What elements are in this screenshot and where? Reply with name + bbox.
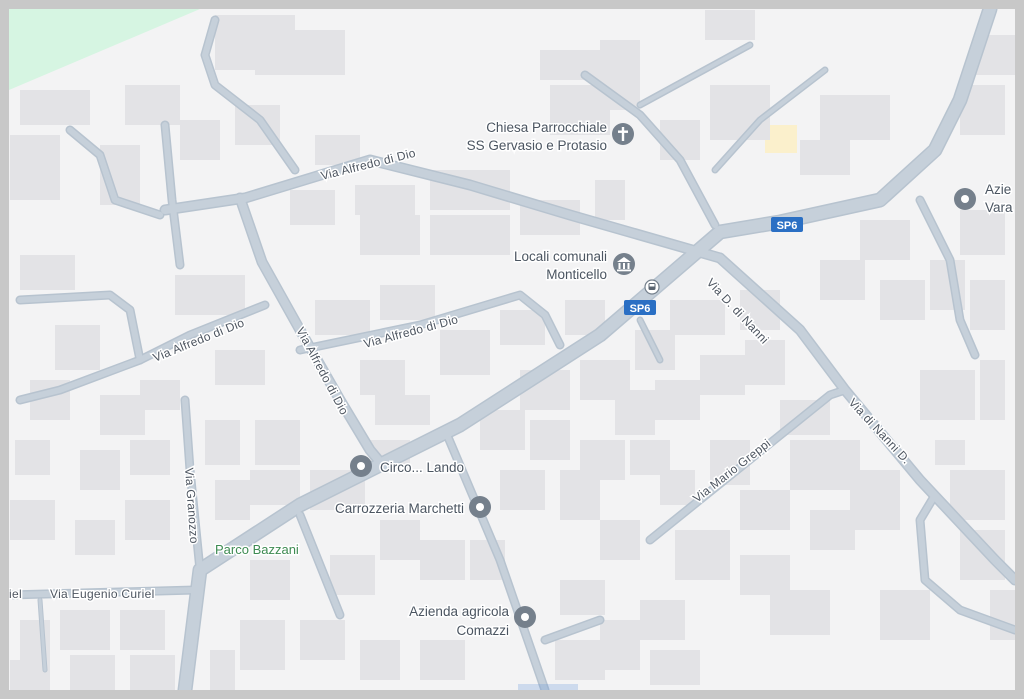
map-pin-icon	[350, 455, 372, 477]
poi-label-carrozzeria: Carrozzeria Marchetti	[335, 501, 464, 516]
poi-label-locali-2: Monticello	[546, 267, 607, 282]
poi-label-chiesa-1: Chiesa Parrocchiale	[486, 120, 607, 135]
map-canvas[interactable]: Via Alfredo di Dio Via Alfredo di Dio Vi…	[9, 9, 1015, 690]
poi-label-azie-1: Azie	[985, 182, 1011, 197]
park-area	[9, 9, 200, 90]
poi-label-azie-2: Vara	[985, 200, 1013, 215]
route-shield-sp6-upper: SP6	[771, 217, 803, 232]
poi-locali-comunali[interactable]: Locali comunali Monticello	[512, 248, 635, 284]
poi-label-azienda-1: Azienda agricola	[409, 604, 509, 619]
street-label-curiel-edge: iel	[9, 587, 22, 601]
svg-text:SP6: SP6	[630, 303, 651, 315]
park-label-bazzani: Parco Bazzani	[215, 542, 299, 557]
poi-label-azienda-2: Comazzi	[456, 623, 509, 638]
poi-label-circo: Circo... Lando	[380, 460, 464, 475]
cutoff-label	[518, 684, 578, 690]
civic-building-icon	[613, 253, 635, 275]
route-shield-sp6-lower: SP6	[624, 300, 656, 315]
map-pin-icon	[514, 606, 536, 628]
map-frame: Via Alfredo di Dio Via Alfredo di Dio Vi…	[0, 0, 1024, 699]
map-pin-icon	[469, 496, 491, 518]
poi-label-locali-1: Locali comunali	[514, 249, 607, 264]
street-label-granozzo: Via Granozzo	[182, 467, 201, 544]
map-pin-icon	[954, 188, 976, 210]
map-svg[interactable]: Via Alfredo di Dio Via Alfredo di Dio Vi…	[9, 9, 1015, 690]
svg-text:SP6: SP6	[777, 220, 798, 232]
poi-label-chiesa-2: SS Gervasio e Protasio	[467, 138, 607, 153]
church-icon	[612, 123, 634, 145]
street-label-curiel: Via Eugenio Curiel	[50, 587, 155, 601]
bus-stop-icon[interactable]	[644, 279, 660, 295]
